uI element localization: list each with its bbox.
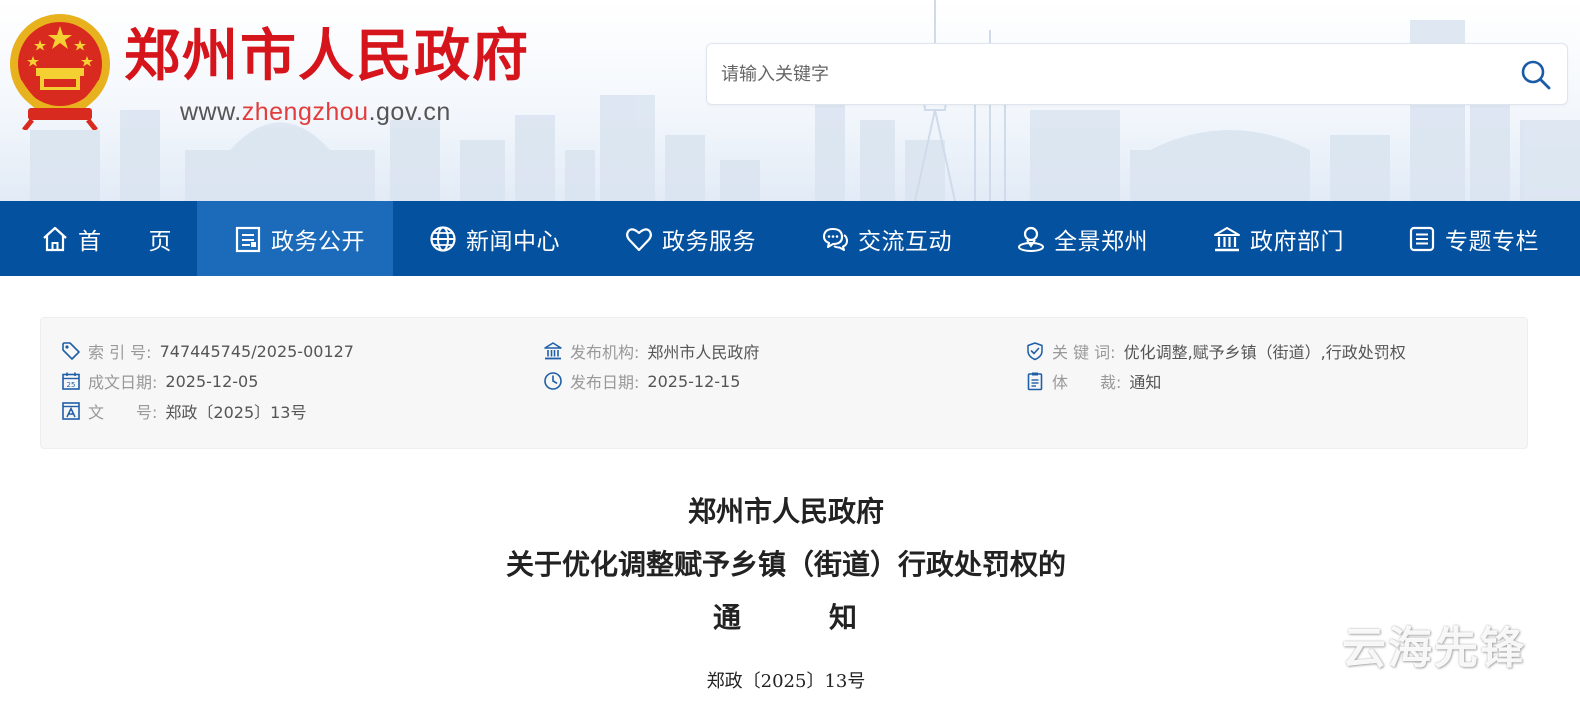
watermark-text: 云海先锋 [1342, 623, 1526, 674]
meta-label: 体 裁: [1052, 373, 1122, 392]
chat-icon [822, 227, 848, 251]
clock-icon [544, 372, 562, 390]
search-box [706, 43, 1568, 105]
nav-item-home[interactable]: 首 页 [40, 201, 172, 276]
site-url-suffix: .gov.cn [368, 98, 451, 126]
meta-date-made: 25 成文日期: 2025-12-05 [61, 366, 258, 396]
search-input[interactable] [721, 44, 1491, 104]
national-emblem-logo [10, 14, 110, 130]
document-metadata-panel: 索 引 号: 747445745/2025-00127 25 成文日期: 202… [40, 317, 1528, 449]
meta-value: 2025-12-15 [647, 371, 741, 391]
nav-item-departments[interactable]: 政府部门 [1212, 201, 1344, 276]
nav-item-news[interactable]: 新闻中心 [428, 201, 560, 276]
site-url-prefix: www. [180, 98, 242, 126]
shield-check-icon [1027, 342, 1043, 361]
meta-value: 2025-12-05 [165, 371, 259, 391]
doc-number-icon [62, 402, 80, 420]
meta-label: 发布日期: [570, 373, 640, 392]
nav-item-services[interactable]: 政务服务 [624, 201, 756, 276]
meta-label: 关 键 词: [1052, 343, 1116, 362]
meta-value: 通知 [1129, 373, 1162, 392]
meta-genre: 体 裁: 通知 [1025, 366, 1161, 396]
document-title-issuer: 郑州市人民政府 [687, 495, 884, 528]
meta-value: 郑州市人民政府 [647, 343, 760, 362]
list-icon [1409, 226, 1435, 251]
meta-label: 成文日期: [88, 373, 158, 392]
meta-pub-date: 发布日期: 2025-12-15 [543, 366, 740, 396]
nav-item-gov-affairs[interactable]: 政务公开 [197, 201, 393, 276]
nav-label-panorama: 全景郑州 [1054, 228, 1148, 255]
site-url: www.zhengzhou.gov.cn [180, 96, 451, 128]
meta-label: 发布机构: [570, 343, 640, 362]
location-icon [1018, 226, 1044, 252]
document-title-subject: 关于优化调整赋予乡镇（街道）行政处罚权的 [505, 548, 1066, 581]
nav-label-gov-affairs: 政务公开 [271, 228, 365, 255]
document-list-icon [235, 226, 261, 252]
institution-icon [544, 342, 562, 360]
building-icon [1213, 226, 1241, 251]
meta-publisher: 发布机构: 郑州市人民政府 [543, 336, 759, 366]
meta-value: 747445745/2025-00127 [159, 341, 354, 361]
site-url-highlight: zhengzhou [241, 98, 369, 126]
meta-label: 索 引 号: [88, 343, 152, 362]
meta-label: 文 号: [88, 403, 158, 422]
main-nav: 首 页 政务公开 新闻中心 政务服务 交流互动 全景郑州 政府部门 专题专栏 [0, 201, 1580, 276]
svg-text:25: 25 [67, 381, 76, 389]
site-title: 郑州市人民政府 [124, 23, 530, 89]
nav-label-news: 新闻中心 [466, 228, 560, 255]
nav-item-topics[interactable]: 专题专栏 [1407, 201, 1539, 276]
meta-keywords: 关 键 词: 优化调整,赋予乡镇（街道）,行政处罚权 [1025, 336, 1406, 366]
calendar-icon: 25 [62, 372, 80, 390]
globe-icon [430, 225, 456, 252]
tag-icon [62, 342, 80, 360]
nav-label-interaction: 交流互动 [858, 228, 952, 255]
nav-label-topics: 专题专栏 [1445, 228, 1539, 255]
site-header: 郑州市人民政府 www.zhengzhou.gov.cn [0, 0, 1580, 201]
clipboard-icon [1027, 372, 1043, 391]
nav-label-departments: 政府部门 [1250, 228, 1344, 255]
search-icon[interactable] [1519, 58, 1553, 92]
nav-label-services: 政务服务 [662, 228, 756, 255]
nav-item-interaction[interactable]: 交流互动 [820, 201, 952, 276]
meta-value: 优化调整,赋予乡镇（街道）,行政处罚权 [1123, 343, 1406, 362]
home-icon [43, 226, 67, 251]
heart-icon [626, 227, 652, 251]
meta-doc-number: 文 号: 郑政〔2025〕13号 [61, 396, 307, 426]
meta-value: 郑政〔2025〕13号 [165, 403, 307, 422]
nav-label-home: 首 页 [78, 228, 172, 255]
nav-item-panorama[interactable]: 全景郑州 [1016, 201, 1148, 276]
meta-index-number: 索 引 号: 747445745/2025-00127 [61, 336, 354, 366]
